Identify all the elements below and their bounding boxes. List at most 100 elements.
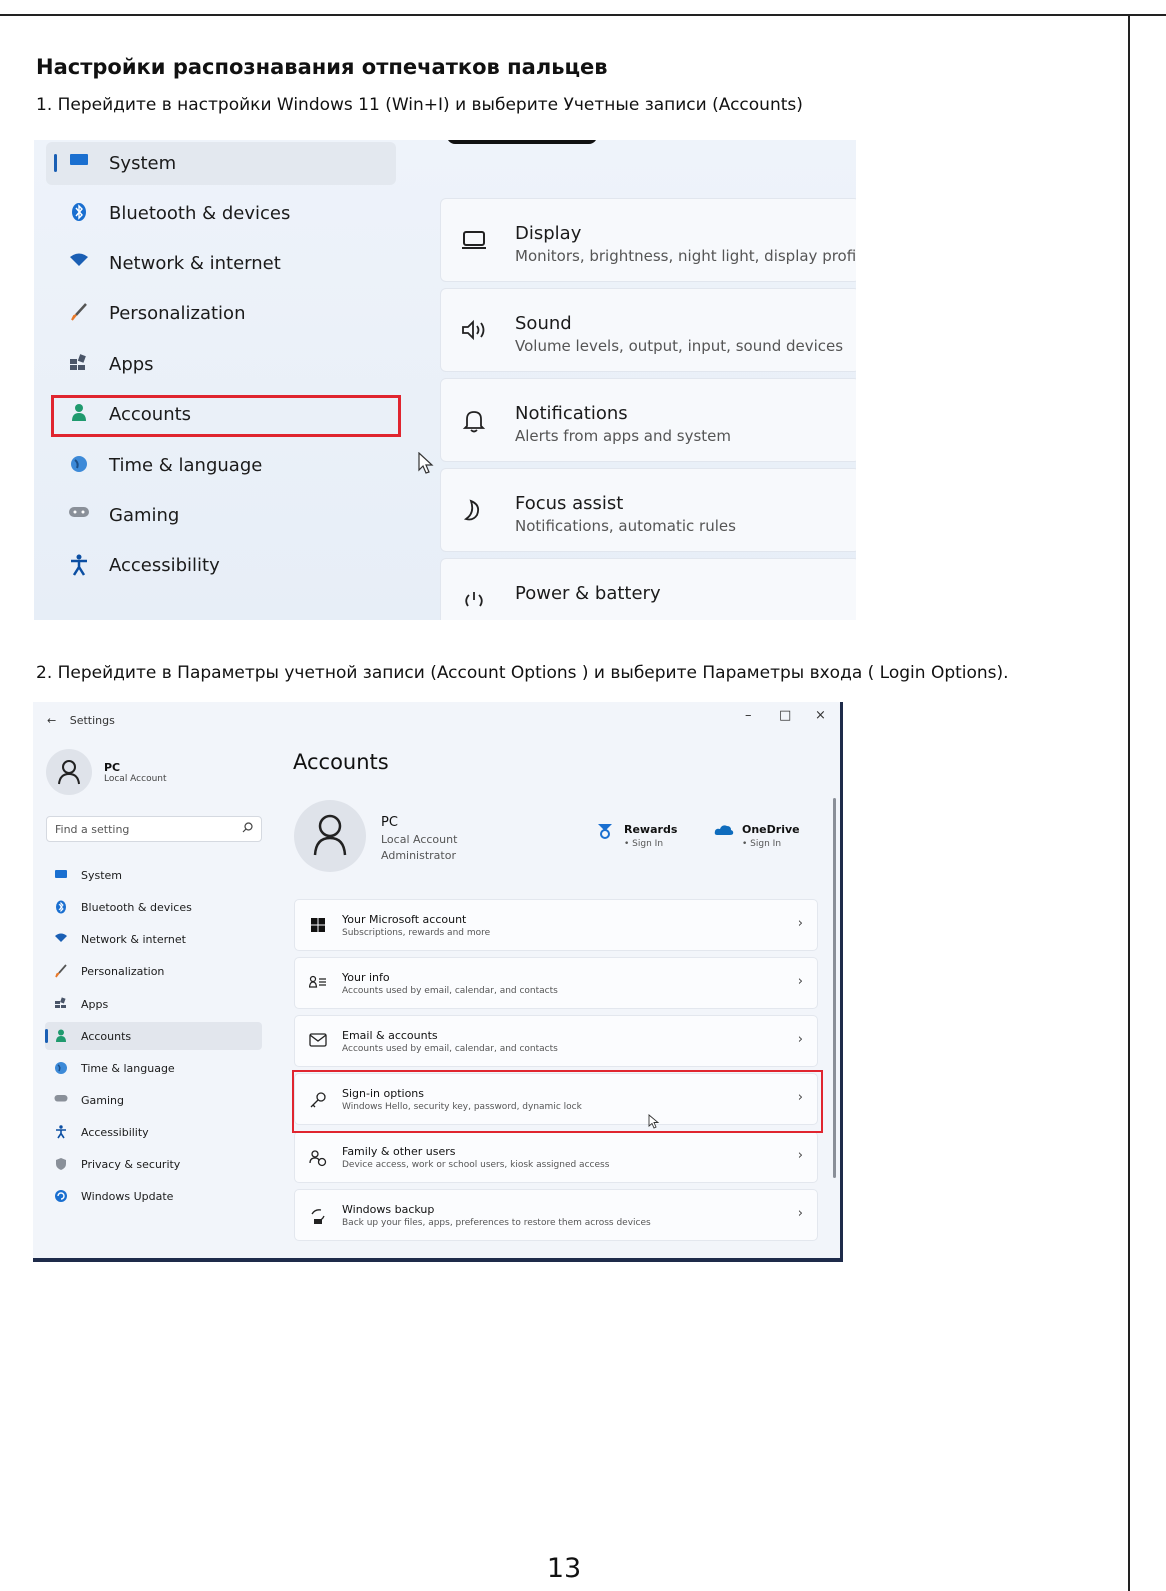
chevron-right-icon: › [797, 1032, 803, 1047]
nav-item-label: Gaming [81, 1094, 124, 1107]
nav-item-label: Network & internet [81, 933, 186, 946]
window-title-bar: ← Settings [47, 714, 115, 727]
nav-item-accessibility[interactable]: Accessibility [34, 545, 434, 585]
screenshot-accounts-page: ← Settings – □ × PC Local Account Find a… [33, 702, 843, 1262]
backup-icon [309, 1207, 327, 1225]
screenshot-settings-home: System Bluetooth & devices Network & int… [34, 140, 856, 620]
row-title: Family & other users [342, 1145, 456, 1158]
row-title: Windows backup [342, 1203, 435, 1216]
nav-item-network[interactable]: Network & internet [34, 243, 434, 283]
mail-icon [309, 1033, 327, 1051]
user-account-type: Local Account [104, 774, 167, 784]
accessibility-icon [68, 554, 90, 576]
bluetooth-icon [54, 900, 68, 914]
card-power-battery[interactable]: Power & battery [440, 558, 856, 620]
nav-item-accounts[interactable]: Accounts [33, 1025, 273, 1049]
maximize-button[interactable]: □ [779, 708, 791, 723]
wifi-icon [68, 252, 90, 274]
top-bar-fragment [447, 140, 597, 144]
nav-item-personalization[interactable]: Personalization [34, 293, 434, 333]
nav-item-label: Accounts [81, 1030, 132, 1043]
rewards-service[interactable]: Rewards • Sign In [596, 822, 677, 849]
nav-item-privacy-security[interactable]: Privacy & security [33, 1153, 273, 1177]
monitor-icon [54, 868, 68, 882]
card-display[interactable]: Display Monitors, brightness, night ligh… [440, 198, 856, 282]
nav-item-system[interactable]: System [34, 143, 434, 183]
card-title: Focus assist [515, 493, 624, 514]
nav-item-bluetooth[interactable]: Bluetooth & devices [33, 896, 273, 920]
nav-item-apps[interactable]: Apps [34, 344, 434, 384]
apps-icon [54, 997, 68, 1011]
chevron-right-icon: › [797, 1206, 803, 1221]
nav-item-accessibility[interactable]: Accessibility [33, 1121, 273, 1145]
row-email-accounts[interactable]: Email & accounts Accounts used by email,… [294, 1015, 818, 1067]
nav-item-label: Personalization [81, 965, 165, 978]
apps-icon [68, 353, 90, 375]
nav-item-label: Personalization [109, 303, 246, 324]
row-family-other-users[interactable]: Family & other users Device access, work… [294, 1131, 818, 1183]
row-microsoft-account[interactable]: Your Microsoft account Subscriptions, re… [294, 899, 818, 951]
chevron-right-icon: › [797, 916, 803, 931]
nav-item-label: Accessibility [109, 555, 220, 576]
globe-clock-icon [54, 1061, 68, 1075]
card-description: Monitors, brightness, night light, displ… [515, 247, 856, 265]
nav-item-gaming[interactable]: Gaming [34, 495, 434, 535]
step-2-text: 2. Перейдите в Параметры учетной записи … [36, 663, 1009, 683]
nav-item-gaming[interactable]: Gaming [33, 1089, 273, 1113]
card-sound[interactable]: Sound Volume levels, output, input, soun… [440, 288, 856, 372]
row-description: Subscriptions, rewards and more [342, 928, 491, 938]
update-icon [54, 1189, 68, 1203]
profile-avatar [294, 800, 366, 872]
family-icon [309, 1149, 327, 1167]
person-icon [54, 1029, 68, 1043]
nav-item-label: Time & language [81, 1062, 175, 1075]
nav-item-windows-update[interactable]: Windows Update [33, 1185, 273, 1209]
nav-item-apps[interactable]: Apps [33, 993, 273, 1017]
nav-item-time-language[interactable]: Time & language [33, 1057, 273, 1081]
brush-icon [54, 964, 68, 978]
nav-item-label: Privacy & security [81, 1158, 181, 1171]
page-heading: Настройки распознавания отпечатков пальц… [36, 55, 608, 79]
row-description: Accounts used by email, calendar, and co… [342, 1044, 558, 1054]
back-arrow-icon[interactable]: ← [47, 714, 56, 727]
nav-item-personalization[interactable]: Personalization [33, 960, 273, 984]
monitor-icon [68, 152, 90, 174]
row-title: Your Microsoft account [342, 913, 467, 926]
row-description: Device access, work or school users, kio… [342, 1160, 610, 1170]
nav-item-label: Network & internet [109, 253, 281, 274]
search-input[interactable]: Find a setting [46, 816, 262, 842]
card-focus-assist[interactable]: Focus assist Notifications, automatic ru… [440, 468, 856, 552]
nav-item-network[interactable]: Network & internet [33, 928, 273, 952]
windows-logo-icon [309, 917, 327, 935]
page-title: Accounts [293, 750, 389, 774]
nav-item-label: Bluetooth & devices [81, 901, 192, 914]
search-placeholder: Find a setting [55, 823, 130, 836]
card-description: Notifications, automatic rules [515, 517, 736, 535]
scrollbar[interactable] [833, 798, 836, 1178]
close-button[interactable]: × [815, 708, 826, 723]
person-info-icon [308, 975, 327, 993]
nav-item-label: Apps [81, 998, 109, 1011]
onedrive-service[interactable]: OneDrive • Sign In [714, 822, 800, 849]
card-notifications[interactable]: Notifications Alerts from apps and syste… [440, 378, 856, 462]
profile-role: Administrator [381, 849, 456, 862]
nav-item-label: Time & language [109, 455, 263, 476]
shield-icon [54, 1157, 68, 1171]
nav-item-label: Windows Update [81, 1190, 174, 1203]
globe-clock-icon [68, 454, 90, 476]
gamepad-icon [68, 504, 90, 526]
row-windows-backup[interactable]: Windows backup Back up your files, apps,… [294, 1189, 818, 1241]
row-your-info[interactable]: Your info Accounts used by email, calend… [294, 957, 818, 1009]
card-description: Volume levels, output, input, sound devi… [515, 337, 844, 355]
minimize-button[interactable]: – [745, 708, 752, 723]
service-status[interactable]: • Sign In [742, 839, 781, 849]
nav-item-bluetooth[interactable]: Bluetooth & devices [34, 193, 434, 233]
card-title: Sound [515, 313, 572, 334]
card-title: Notifications [515, 403, 628, 424]
service-status[interactable]: • Sign In [624, 839, 663, 849]
profile-name: PC [381, 815, 398, 830]
person-icon [58, 760, 80, 785]
onedrive-icon [714, 825, 734, 835]
nav-item-system[interactable]: System [33, 864, 273, 888]
nav-item-time-language[interactable]: Time & language [34, 445, 434, 485]
